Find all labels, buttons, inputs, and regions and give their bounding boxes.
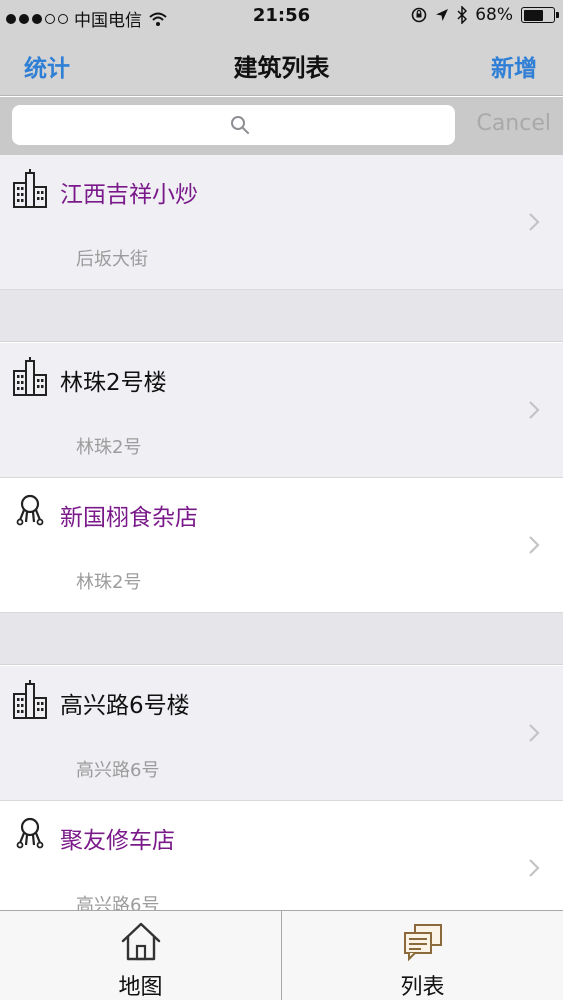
section-separator — [0, 613, 563, 665]
shop-icon — [16, 817, 44, 849]
list-item[interactable]: 高兴路6号楼 高兴路6号 — [0, 666, 563, 801]
tab-list[interactable]: 列表 — [282, 911, 563, 1000]
battery-percent: 68% — [475, 5, 513, 25]
list-item[interactable]: 聚友修车店 高兴路6号 — [0, 801, 563, 910]
item-title: 江西吉祥小炒 — [60, 182, 198, 208]
home-icon — [121, 922, 160, 961]
chat-list-icon — [403, 924, 442, 962]
item-title: 林珠2号楼 — [60, 370, 167, 396]
page-title: 建筑列表 — [233, 54, 330, 82]
chevron-right-icon — [529, 859, 540, 877]
bluetooth-icon — [457, 6, 468, 24]
orientation-lock-icon — [411, 7, 427, 23]
building-icon — [13, 169, 47, 208]
cancel-button[interactable]: Cancel — [476, 111, 551, 136]
chevron-right-icon — [529, 536, 540, 554]
battery-icon — [521, 7, 559, 23]
list-item[interactable]: 林珠2号楼 林珠2号 — [0, 343, 563, 478]
tab-label: 地图 — [118, 975, 163, 1000]
list-item[interactable]: 江西吉祥小炒 后坂大街 — [0, 155, 563, 290]
chevron-right-icon — [529, 213, 540, 231]
tab-label: 列表 — [400, 975, 445, 1000]
item-title: 聚友修车店 — [60, 828, 175, 854]
item-title: 高兴路6号楼 — [60, 693, 190, 719]
building-icon — [13, 680, 47, 719]
status-bar: 中国电信 21:56 68% — [0, 0, 563, 34]
battery-level-fill — [523, 9, 544, 21]
item-subtitle: 高兴路6号 — [76, 895, 160, 910]
building-list: 江西吉祥小炒 后坂大街 林珠2号楼 林珠2号 新国栩食杂店 林珠2号 高兴路6号… — [0, 155, 563, 910]
location-arrow-icon — [436, 9, 449, 21]
navigation-bar: 统计 建筑列表 新增 — [0, 34, 563, 96]
item-subtitle: 高兴路6号 — [76, 760, 160, 781]
item-subtitle: 后坂大街 — [76, 249, 148, 270]
shop-icon — [16, 494, 44, 526]
chevron-right-icon — [529, 724, 540, 742]
add-button[interactable]: 新增 — [491, 49, 537, 83]
item-subtitle: 林珠2号 — [76, 437, 142, 458]
item-title: 新国栩食杂店 — [60, 505, 198, 531]
tab-bar: 地图 列表 — [0, 910, 563, 1000]
tab-map[interactable]: 地图 — [0, 911, 282, 1000]
search-icon — [231, 116, 249, 134]
search-input[interactable] — [12, 105, 455, 145]
status-right: 68% — [411, 5, 559, 25]
building-icon — [13, 357, 47, 396]
item-subtitle: 林珠2号 — [76, 572, 142, 593]
search-bar: Cancel — [0, 97, 563, 155]
list-item[interactable]: 新国栩食杂店 林珠2号 — [0, 478, 563, 613]
section-separator — [0, 290, 563, 342]
chevron-right-icon — [529, 401, 540, 419]
